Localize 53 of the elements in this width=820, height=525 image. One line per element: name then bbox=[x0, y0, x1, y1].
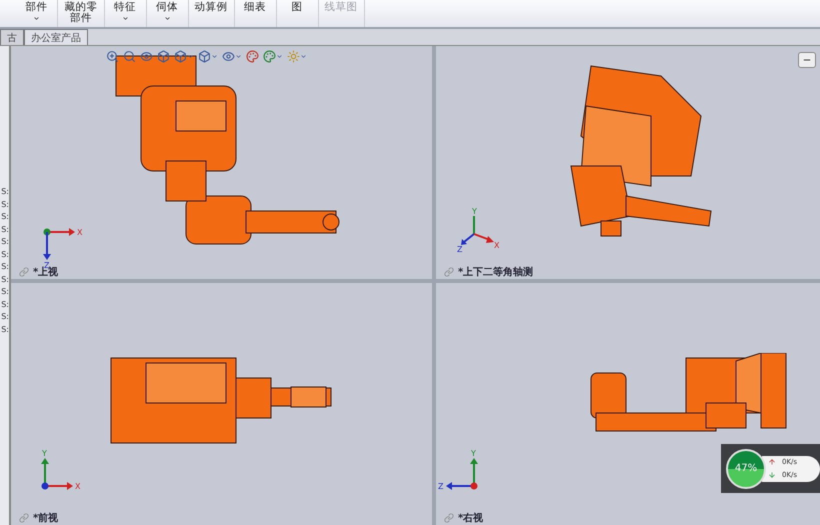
upload-icon bbox=[768, 458, 776, 466]
usage-gauge: 47% bbox=[726, 448, 766, 488]
axis-label: X bbox=[494, 241, 500, 250]
scene-icon[interactable] bbox=[263, 50, 283, 63]
toolbar-button[interactable]: 动算例 bbox=[188, 0, 235, 27]
axis-label: Y bbox=[471, 449, 476, 458]
tree-item[interactable]: S: bbox=[1, 211, 9, 222]
link-icon bbox=[444, 513, 454, 523]
toolbar-button[interactable]: 伺体 bbox=[146, 0, 189, 27]
axis-label: Y bbox=[472, 207, 477, 216]
axis-label: Z bbox=[457, 245, 462, 254]
axis-label: Z bbox=[438, 482, 444, 491]
download-icon bbox=[768, 471, 776, 479]
zoom-area-icon[interactable] bbox=[123, 50, 136, 63]
minimize-button[interactable] bbox=[798, 52, 816, 68]
viewport[interactable]: Y Z X *上下二等角轴测 bbox=[436, 46, 820, 279]
tree-item[interactable]: S: bbox=[1, 186, 9, 197]
tree-item[interactable]: S: bbox=[1, 236, 9, 247]
toolbar-button[interactable]: 部件 bbox=[16, 0, 58, 27]
axis-label: Z bbox=[44, 261, 50, 270]
toolbar-button[interactable]: 特征 bbox=[104, 0, 147, 27]
view-orientation-icon[interactable] bbox=[174, 50, 194, 63]
tree-item[interactable]: S: bbox=[1, 224, 9, 234]
tree-item[interactable]: S: bbox=[1, 248, 9, 260]
view-label: *前视 bbox=[33, 512, 58, 525]
link-icon bbox=[19, 513, 29, 523]
view-label: *上下二等角轴测 bbox=[458, 266, 534, 279]
link-icon bbox=[19, 267, 29, 277]
tree-item[interactable]: S: bbox=[1, 261, 9, 272]
axis-arrow-icon bbox=[41, 458, 73, 490]
tree-item[interactable]: S: bbox=[1, 298, 9, 310]
tree-item[interactable]: S: bbox=[1, 311, 9, 322]
axis-label: Y bbox=[42, 449, 47, 458]
toolbar-button[interactable]: 藏的零部件 bbox=[58, 0, 105, 27]
axis-arrow-icon bbox=[461, 216, 494, 245]
display-style-icon[interactable] bbox=[198, 50, 218, 63]
toolbar-button[interactable]: 图 bbox=[276, 0, 319, 27]
appearance-icon[interactable] bbox=[246, 50, 259, 63]
axis-label: X bbox=[77, 228, 82, 237]
tree-item[interactable]: S: bbox=[1, 198, 9, 210]
axis-label: X bbox=[75, 482, 80, 491]
tree-item[interactable]: S: bbox=[1, 286, 9, 297]
link-icon bbox=[444, 267, 454, 277]
viewport[interactable]: X Z *上视 bbox=[11, 46, 432, 279]
toolbar-button[interactable]: 细表 bbox=[234, 0, 277, 27]
tree-item[interactable]: S: bbox=[1, 274, 9, 284]
tab[interactable]: 古 bbox=[0, 29, 24, 45]
tab[interactable]: 办公室产品 bbox=[24, 29, 88, 45]
axis-arrow-icon bbox=[446, 458, 478, 490]
zoom-to-fit-icon[interactable] bbox=[106, 50, 119, 63]
tree-item[interactable]: S: bbox=[1, 324, 9, 334]
view-label: *右视 bbox=[458, 512, 484, 525]
viewport[interactable]: Y X *前视 bbox=[11, 283, 432, 525]
